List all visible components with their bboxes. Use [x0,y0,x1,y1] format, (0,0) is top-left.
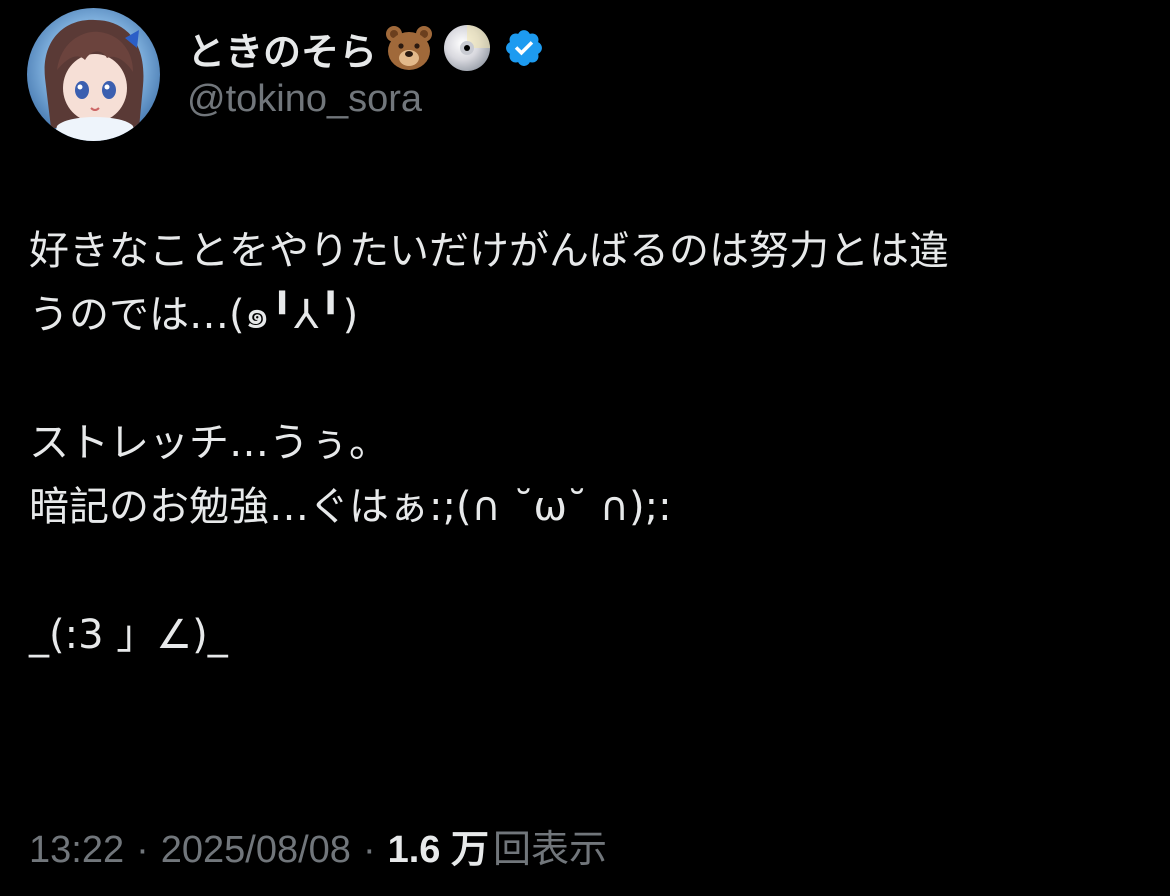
dvd-disc-emoji-icon [441,22,493,74]
author-handle[interactable]: @tokino_sora [187,78,422,121]
tweet-time[interactable]: 13:22 [29,829,124,872]
author-name-row[interactable]: ときのそら [187,20,545,76]
meta-separator: · [136,829,149,871]
avatar[interactable] [27,8,160,141]
display-name[interactable]: ときのそら [187,21,377,76]
meta-separator: · [362,829,376,871]
tweet: ときのそら @tokino_sora 好きなことをやりたいだけがんばるのは努力と… [0,0,1170,896]
views-label: 回表示 [492,829,607,871]
verified-badge-icon[interactable] [503,27,545,69]
tweet-meta: 13:22 · 2025/08/08 · 1.6 万 回表示 [29,818,607,873]
tweet-text-line: 好きなことをやりたいだけがんばるのは努力とは違 [29,228,949,274]
tweet-text-line: うのでは…(๑╹⅄╹) [29,292,359,338]
tweet-text-line: ストレッチ…うぅ。 [29,420,389,466]
bear-face-emoji-icon [383,22,435,74]
tweet-text-line: 暗記のお勉強…ぐはぁ:;(∩ ˘ω˘ ∩);: [29,484,672,530]
tweet-date[interactable]: 2025/08/08 [161,829,351,872]
views-count[interactable]: 1.6 万 [388,818,489,873]
tweet-text-line: _(:3 」∠)_ [29,612,228,658]
tweet-text: 好きなことをやりたいだけがんばるのは努力とは違 うのでは…(๑╹⅄╹) ストレッ… [29,219,1149,667]
avatar-image [27,8,160,141]
